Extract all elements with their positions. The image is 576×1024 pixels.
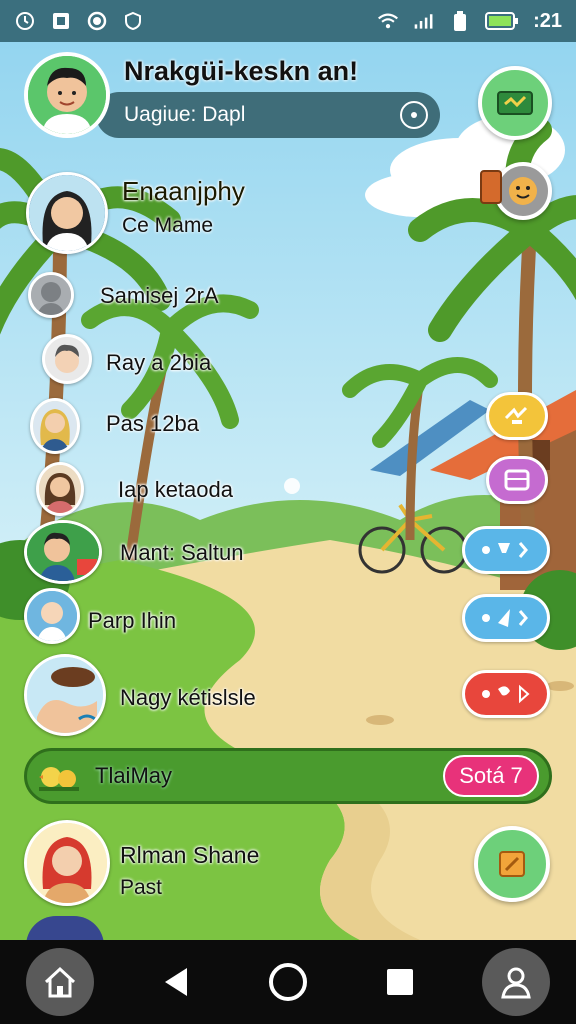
shield-icon [122,10,144,32]
square-icon [50,10,72,32]
home-button[interactable] [258,952,318,1012]
action-pill[interactable] [462,670,550,718]
record-icon [86,10,108,32]
chat-name[interactable]: Enaanjphy [122,176,245,207]
home-icon [44,966,76,998]
status-time: :21 [533,9,562,32]
profile-nav-button[interactable] [482,948,550,1016]
home-nav-button[interactable] [26,948,94,1016]
action-pill[interactable] [486,456,548,504]
chicks-icon [39,767,79,791]
recents-button[interactable] [370,952,430,1012]
reaction-button[interactable] [494,162,552,220]
map-button[interactable] [478,66,552,140]
back-icon [165,968,187,996]
status-bar: :21 [0,0,576,42]
profile-icon [501,967,531,999]
chat-name[interactable]: Mant: Saltun [120,540,244,566]
battery-icon [485,10,519,32]
chat-name[interactable]: Samisej 2rA [100,283,219,309]
search-clear-icon[interactable] [400,101,428,129]
profile-avatar[interactable] [24,52,110,138]
banner-label: TlaiMay [95,763,173,788]
play-icon [482,684,530,704]
gesture-icon [504,406,528,424]
avatar[interactable] [24,654,106,736]
bottom-navigation [0,940,576,1024]
avatar[interactable] [24,588,80,644]
battery-small-icon [449,10,471,32]
send-icon [482,609,528,627]
emoji-icon [509,177,537,205]
action-pill[interactable] [486,392,548,440]
chat-name[interactable]: Parp Ihin [88,608,176,634]
map-icon [497,91,533,115]
chat-subtitle: Ce Mame [122,214,214,237]
clock-icon [14,10,36,32]
avatar[interactable] [36,462,84,516]
phone-icon[interactable] [480,170,502,204]
compose-button[interactable] [474,826,550,902]
search-input[interactable]: Uagiue: Dapl [124,103,400,127]
banner-badge[interactable]: Sotá 7 [443,755,539,797]
wifi-icon [377,10,399,32]
chat-subtitle: Past [120,876,163,899]
chat-name[interactable]: Iap ketaoda [118,477,233,503]
chat-name[interactable]: Rlman Shane [120,842,259,869]
action-pill[interactable] [462,594,550,642]
page-title: Nrakgüi-keskn an! [124,56,359,86]
avatar[interactable] [28,272,74,318]
avatar[interactable] [24,520,102,584]
avatar[interactable] [24,820,110,906]
recents-icon [387,969,413,995]
action-pill[interactable] [462,526,550,574]
avatar[interactable] [30,398,80,454]
home-circle-icon [269,963,307,1001]
signal-icon [413,10,435,32]
promo-banner[interactable]: TlaiMay Sotá 7 [24,748,552,804]
chat-name[interactable]: Ray a 2bia [106,350,211,376]
back-button[interactable] [146,952,206,1012]
edit-icon [499,851,525,877]
search-bar[interactable]: Uagiue: Dapl [96,92,440,138]
share-icon [482,542,528,558]
chat-name[interactable]: Nagy kétislsle [120,685,256,711]
avatar[interactable] [42,334,92,384]
avatar[interactable] [26,172,108,254]
chat-name[interactable]: Pas 12ba [106,411,199,437]
frame-icon [504,469,530,491]
